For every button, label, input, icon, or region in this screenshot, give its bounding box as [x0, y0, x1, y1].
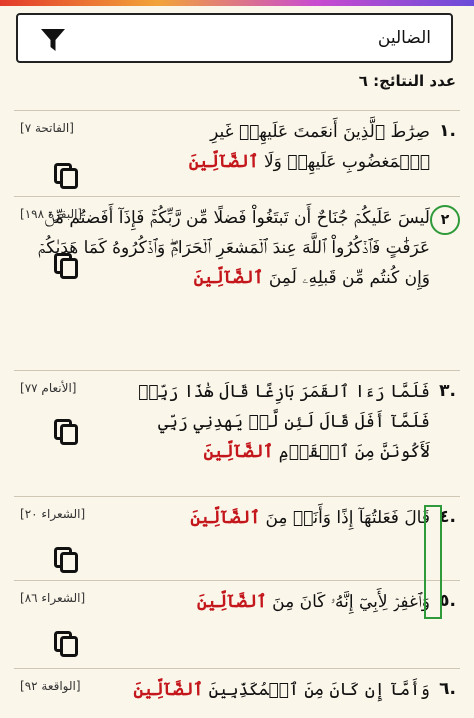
highlighted-word: ٱلضَّآلِّينَ	[188, 152, 259, 172]
verse-number: ٦.	[439, 679, 456, 699]
verse-number: ٣.	[439, 381, 456, 401]
highlighted-word: ٱلضَّآلِّينَ	[197, 592, 267, 612]
filter-icon[interactable]	[40, 27, 66, 53]
result-item: ٢ [البقرة ١٩٨] لَيسَ عَلَيكُمۡ جُنَاحٌ أ…	[14, 196, 460, 366]
copy-icon[interactable]	[54, 631, 78, 657]
verse-number-marked: ٢	[430, 205, 460, 235]
copy-icon[interactable]	[54, 419, 78, 445]
surah-reference[interactable]: [الشعراء ٢٠]	[20, 507, 85, 521]
surah-reference[interactable]: [الفاتحة ٧]	[20, 121, 74, 135]
result-item: ١. [الفاتحة ٧] صِرَٰطَ ٱلَّذِينَ أَنعَمت…	[14, 110, 460, 196]
verse-text: لَيسَ عَلَيكُمۡ جُنَاحٌ أَن تَبتَغُواْ ف…	[37, 208, 430, 288]
copy-icon[interactable]	[54, 547, 78, 573]
surah-reference[interactable]: [الأنعام ٧٧]	[20, 381, 76, 395]
verse-number: ١.	[439, 121, 456, 141]
verse-text: صِرَٰطَ ٱلَّذِينَ أَنعَمتَ عَلَيهِمۡ غَي…	[188, 122, 430, 172]
highlighted-word: ٱلضَّآلِّينَ	[193, 268, 264, 288]
verse-text: فَلَمَّا رَءَا ٱلقَمَرَ بَازِغًا قَالَ ه…	[138, 382, 430, 462]
highlighted-word: ٱلضَّآلِّينَ	[133, 680, 204, 700]
surah-reference[interactable]: [الشعراء ٨٦]	[20, 591, 85, 605]
result-item: ٤. [الشعراء ٢٠] قَالَ فَعَلتُهَآ إِذًا و…	[14, 496, 460, 580]
highlighted-word: ٱلضَّآلِّينَ	[203, 442, 274, 462]
result-count: عدد النتائج: ٦	[358, 72, 456, 90]
verse-text: وَأَمَّآ إِن كَانَ مِنَ ٱلۡمُكَذِّبِينَ …	[133, 680, 430, 700]
verse-text: وَٱغفِرۡ لِأَبِيٓ إِنَّهُۥ كَانَ مِنَ ٱل…	[197, 592, 430, 612]
verse-text: قَالَ فَعَلتُهَآ إِذًا وَأَنَا۠ مِنَ ٱلض…	[190, 508, 430, 528]
top-gradient-bar	[0, 0, 474, 6]
search-input[interactable]	[71, 15, 431, 61]
selection-marker	[424, 505, 442, 619]
result-item: ٥. [الشعراء ٨٦] وَٱغفِرۡ لِأَبِيٓ إِنَّه…	[14, 580, 460, 664]
copy-icon[interactable]	[54, 163, 78, 189]
result-item: ٣. [الأنعام ٧٧] فَلَمَّا رَءَا ٱلقَمَرَ …	[14, 370, 460, 496]
search-box[interactable]	[16, 13, 453, 63]
copy-icon[interactable]	[54, 253, 78, 279]
highlighted-word: ٱلضَّآلِّينَ	[190, 508, 261, 528]
result-item: ٦. [الواقعة ٩٢] وَأَمَّآ إِن كَانَ مِنَ …	[14, 668, 460, 718]
surah-reference[interactable]: [الواقعة ٩٢]	[20, 679, 81, 693]
